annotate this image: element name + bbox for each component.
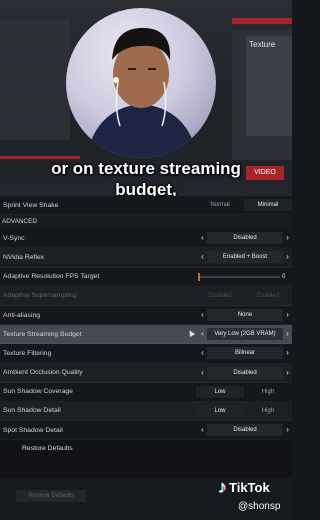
selector-texture-streaming-budget[interactable]: ‹ Very Low (2GB VRAM) ›: [198, 328, 292, 341]
chevron-right-icon[interactable]: ›: [283, 424, 292, 436]
setting-row-sun-shadow-detail[interactable]: Sun Shadow Detail Low High: [0, 402, 292, 422]
selector-v-sync[interactable]: ‹ Disabled ›: [198, 232, 292, 245]
toggle-option[interactable]: Enabled: [244, 290, 292, 302]
slider-track[interactable]: [198, 275, 280, 278]
selector-spot-shadow-detail[interactable]: ‹ Disabled ›: [198, 424, 292, 437]
setting-row-spot-shadow-detail[interactable]: Spot Shadow Detail ‹ Disabled ›: [0, 421, 292, 441]
setting-row-sun-shadow-coverage[interactable]: Sun Shadow Coverage Low High: [0, 383, 292, 402]
selector-value: None: [207, 309, 283, 322]
caption-line-2: budget,: [115, 180, 177, 196]
caption-line-1: or on texture streaming: [51, 159, 241, 178]
selector-value: Disabled: [207, 232, 283, 245]
setting-row-ambient-occlusion-quality[interactable]: Ambient Occlusion Quality ‹ Disabled ›: [0, 364, 292, 383]
toggle-sun-shadow-coverage[interactable]: Low High: [196, 385, 292, 398]
selector-value: Very Low (2GB VRAM): [207, 328, 283, 341]
chevron-left-icon[interactable]: ‹: [198, 347, 207, 359]
setting-label: Sun Shadow Coverage: [3, 388, 73, 396]
chevron-right-icon[interactable]: ›: [283, 251, 292, 263]
toggle-sprint-view-shake[interactable]: Normal Minimal: [196, 199, 292, 212]
setting-label: Spot Shadow Detail: [3, 426, 63, 434]
selector-value: Enabled + Boost: [207, 251, 283, 264]
background-settings-panel: Texture: [246, 36, 292, 136]
setting-row-texture-streaming-budget[interactable]: Texture Streaming Budget ‹ Very Low (2GB V…: [0, 325, 292, 345]
selector-nvidia-reflex[interactable]: ‹ Enabled + Boost ›: [198, 251, 292, 264]
setting-label: Sun Shadow Detail: [3, 407, 61, 415]
chevron-left-icon[interactable]: ‹: [198, 367, 207, 379]
chevron-left-icon[interactable]: ‹: [198, 309, 207, 321]
toggle-adaptive-supersampling[interactable]: Disabled Enabled: [196, 290, 292, 302]
selector-value: Bilinear: [207, 347, 283, 360]
toggle-option[interactable]: High: [244, 405, 292, 417]
toggle-option[interactable]: Disabled: [196, 290, 244, 302]
restore-defaults-button[interactable]: Restore Defaults: [22, 445, 73, 452]
setting-label: Texture Filtering: [3, 349, 52, 357]
streamer-webcam: [66, 8, 216, 158]
setting-row-adaptive-resolution-fps-target[interactable]: Adaptive Resolution FPS Target 0: [0, 268, 292, 287]
setting-label: V-Sync: [3, 234, 25, 242]
section-header-advanced: ADVANCED: [2, 218, 38, 226]
selector-anti-aliasing[interactable]: ‹ None ›: [198, 309, 292, 322]
stream-top-area: Texture VIDEO or on texture streaming bu…: [0, 0, 292, 196]
chevron-right-icon[interactable]: ›: [283, 232, 292, 244]
setting-row-anti-aliasing[interactable]: Anti-aliasing ‹ None ›: [0, 306, 292, 326]
setting-row-sprint-view-shake[interactable]: Sprint View Shake Normal Minimal: [0, 196, 292, 216]
setting-row-texture-filtering[interactable]: Texture Filtering ‹ Bilinear ›: [0, 344, 292, 364]
footer-secondary-button[interactable]: Restore Defaults: [16, 490, 86, 502]
selector-value: Disabled: [207, 424, 283, 437]
panel-text: Texture: [249, 40, 276, 49]
slider-value: 0: [282, 273, 286, 280]
tiktok-watermark: ♪ TikTok: [218, 478, 270, 496]
toggle-option[interactable]: High: [244, 386, 292, 398]
setting-label: Sprint View Shake: [3, 201, 59, 209]
selector-texture-filtering[interactable]: ‹ Bilinear ›: [198, 347, 292, 360]
setting-row-v-sync[interactable]: V-Sync ‹ Disabled ›: [0, 229, 292, 249]
mouse-cursor-icon: [186, 329, 196, 338]
toggle-option[interactable]: Low: [196, 385, 244, 398]
toggle-option[interactable]: Minimal: [244, 199, 292, 212]
tiktok-logo-icon: ♪: [218, 477, 227, 497]
chevron-left-icon[interactable]: ‹: [198, 424, 207, 436]
chevron-right-icon[interactable]: ›: [283, 309, 292, 321]
accent-stripe: [232, 18, 292, 24]
chevron-left-icon[interactable]: ‹: [198, 328, 207, 340]
background-game-panel: [0, 20, 70, 140]
chevron-right-icon[interactable]: ›: [283, 347, 292, 359]
chevron-right-icon[interactable]: ›: [283, 328, 292, 340]
setting-label: Adaptive Supersampling: [3, 292, 77, 300]
setting-label: Adaptive Resolution FPS Target: [3, 273, 100, 281]
chevron-left-icon[interactable]: ‹: [198, 232, 207, 244]
setting-label: NVidia Reflex: [3, 253, 45, 261]
selector-ambient-occlusion-quality[interactable]: ‹ Disabled ›: [198, 366, 292, 379]
setting-row-adaptive-supersampling[interactable]: Adaptive Supersampling Disabled Enabled: [0, 287, 292, 306]
slider-handle[interactable]: [198, 272, 200, 281]
setting-label: Ambient Occlusion Quality: [3, 369, 83, 377]
selector-value: Disabled: [207, 366, 283, 379]
chevron-right-icon[interactable]: ›: [283, 367, 292, 379]
settings-list: Sprint View Shake Normal Minimal ADVANCED V-…: [0, 196, 292, 460]
setting-row-nvidia-reflex[interactable]: NVidia Reflex ‹ Enabled + Boost ›: [0, 248, 292, 268]
toggle-option[interactable]: Normal: [196, 199, 244, 211]
creator-handle: @shonsp: [238, 501, 281, 512]
toggle-option[interactable]: Low: [196, 404, 244, 417]
chevron-left-icon[interactable]: ‹: [198, 251, 207, 263]
tiktok-brand: TikTok: [229, 479, 270, 495]
toggle-sun-shadow-detail[interactable]: Low High: [196, 404, 292, 417]
video-caption: or on texture streaming budget,: [0, 158, 292, 196]
streamer-person-icon: [86, 27, 198, 158]
setting-label: Anti-aliasing: [3, 311, 41, 319]
setting-label: Texture Streaming Budget: [3, 330, 82, 338]
